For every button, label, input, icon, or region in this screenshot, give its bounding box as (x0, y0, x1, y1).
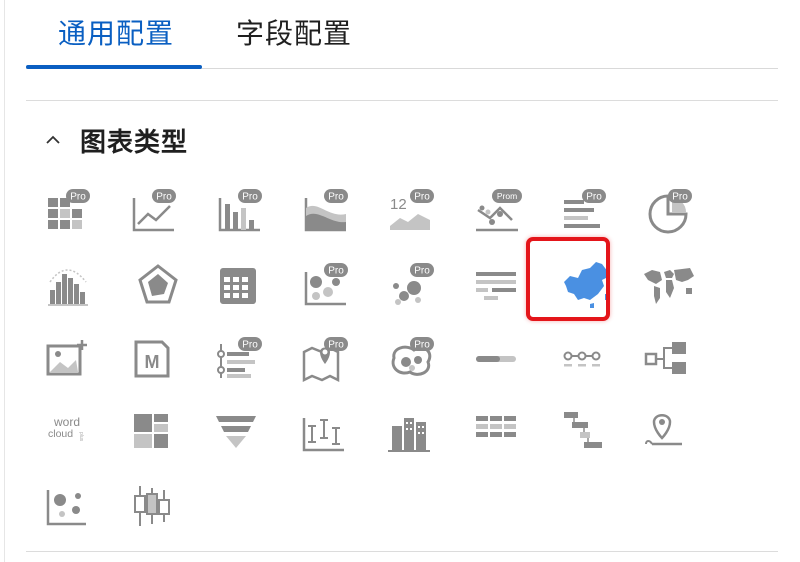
building-bar-icon[interactable] (384, 400, 448, 464)
histogram-icon[interactable] (40, 252, 104, 316)
pro-badge: Pro (672, 192, 688, 203)
panel-left-border (4, 0, 5, 562)
pro-badge: Pro (414, 266, 430, 277)
gantt-chart-icon[interactable] (556, 400, 620, 464)
prom-scatter-line-icon[interactable]: Prom (470, 178, 534, 242)
tab-general-config[interactable]: 通用配置 (58, 14, 174, 54)
pro-badge: Pro (328, 192, 344, 203)
pro-badge: Pro (242, 340, 258, 351)
word-cloud-text-word: word (53, 415, 80, 429)
word-cloud-text-plus: plus (78, 432, 84, 442)
pro-scatter-icon[interactable]: Pro (384, 252, 448, 316)
pro-ranking-icon[interactable]: Pro (556, 178, 620, 242)
chart-type-section-header[interactable]: 图表类型 (40, 120, 188, 160)
pro-badge: Pro (328, 266, 344, 277)
pro-timeline-icon[interactable]: Pro (212, 326, 276, 390)
world-map-icon[interactable] (642, 252, 706, 316)
section-divider-bottom (26, 551, 778, 552)
markdown-icon[interactable]: M (126, 326, 190, 390)
cluster-scatter-icon[interactable] (40, 474, 104, 538)
tree-diagram-icon[interactable] (642, 326, 706, 390)
pro-bubble-map-icon[interactable]: Pro (384, 326, 448, 390)
active-tab-indicator (26, 65, 202, 69)
location-icon[interactable] (642, 400, 706, 464)
pro-badge: Pro (586, 192, 602, 203)
pivot-table-icon[interactable] (212, 252, 276, 316)
image-chart-icon[interactable] (40, 326, 104, 390)
detail-table-icon[interactable] (470, 400, 534, 464)
svg-text:M: M (145, 352, 160, 372)
section-divider-top (26, 100, 778, 101)
crosstab-icon[interactable] (470, 252, 534, 316)
pro-badge: Pro (70, 192, 86, 203)
section-title: 图表类型 (80, 127, 189, 158)
pro-badge: Pro (414, 340, 430, 351)
pro-bar-chart-icon[interactable]: Pro (212, 178, 276, 242)
pro-pie-chart-icon[interactable]: Pro (642, 178, 706, 242)
funnel-icon[interactable] (212, 400, 276, 464)
prom-badge: Prom (497, 191, 517, 201)
pro-badge: Pro (328, 340, 344, 351)
pro-bubble-chart-icon[interactable]: Pro (298, 252, 362, 316)
pro-area-chart-icon[interactable]: Pro (298, 178, 362, 242)
step-flow-icon[interactable] (556, 326, 620, 390)
pro-badge: Pro (156, 192, 172, 203)
chevron-up-icon[interactable] (40, 130, 66, 150)
pro-badge: Pro (242, 192, 258, 203)
pro-kpi-icon[interactable]: 12 Pro (384, 178, 448, 242)
pro-table-icon[interactable]: Pro (40, 178, 104, 242)
boxplot-icon[interactable] (126, 474, 190, 538)
word-cloud-plus-icon[interactable]: word cloud plus (40, 400, 104, 464)
treemap-icon[interactable] (126, 400, 190, 464)
china-map-icon[interactable] (556, 252, 620, 316)
pro-badge: Pro (414, 192, 430, 203)
progress-bar-icon[interactable] (470, 326, 534, 390)
word-cloud-text-cloud: cloud (48, 428, 73, 440)
pro-line-chart-icon[interactable]: Pro (126, 178, 190, 242)
config-tabs: 通用配置 字段配置 (26, 0, 778, 69)
pro-geo-map-icon[interactable]: Pro (298, 326, 362, 390)
error-bar-icon[interactable] (298, 400, 362, 464)
svg-text:12: 12 (390, 196, 407, 213)
tab-field-config[interactable]: 字段配置 (236, 14, 352, 54)
radar-chart-icon[interactable] (126, 252, 190, 316)
